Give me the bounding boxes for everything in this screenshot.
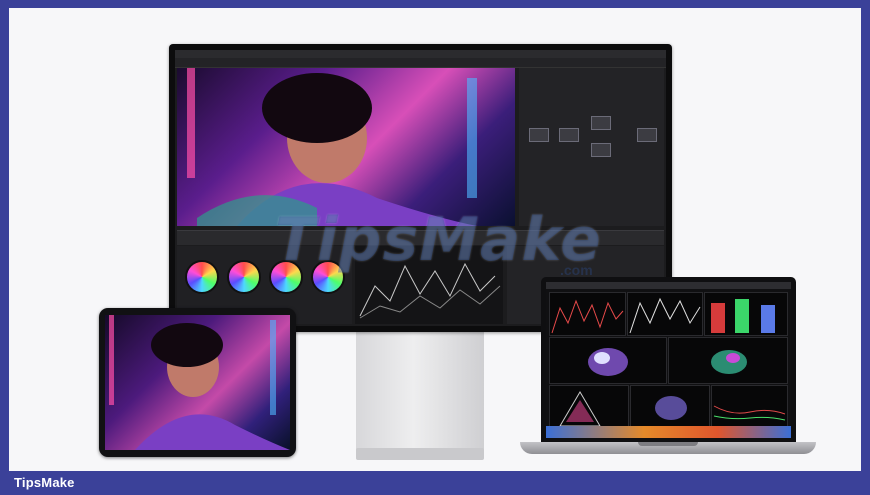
portrait-frame-image: [187, 68, 477, 226]
display-stand-foot: [356, 448, 484, 460]
scope-panel: [627, 292, 703, 336]
node: [559, 128, 579, 142]
cie-chart-panel: [549, 385, 629, 431]
scope-panel: [549, 292, 626, 336]
app-toolbar: [175, 58, 666, 68]
color-wheel: [227, 260, 261, 294]
watermark-text: TipsMake: [275, 205, 602, 275]
macbook-opening-notch: [638, 442, 698, 446]
portrait-image: [109, 315, 290, 450]
menu-bar: [546, 282, 791, 289]
node: [529, 128, 549, 142]
macbook-screen: [546, 282, 791, 438]
scope-panel: [704, 292, 788, 336]
color-wheel: [185, 260, 219, 294]
node-editor: [519, 68, 664, 226]
ipad-screen: [105, 315, 290, 450]
histogram-panel: [711, 385, 788, 431]
watermark-suffix: .com: [560, 262, 593, 278]
node: [591, 143, 611, 157]
timeline-strip: [546, 426, 791, 438]
node: [637, 128, 657, 142]
brand-label: TipsMake: [14, 475, 75, 490]
video-viewer: [177, 68, 515, 226]
macbook: [541, 277, 796, 442]
ipad: [99, 308, 296, 457]
display-stand: [356, 330, 484, 458]
node: [591, 116, 611, 130]
vectorscope-panel: [668, 337, 788, 384]
window-titlebar: [175, 50, 666, 58]
vectorscope-panel: [630, 385, 710, 431]
vectorscope-panel: [549, 337, 667, 384]
footer-bar: TipsMake: [0, 471, 870, 495]
